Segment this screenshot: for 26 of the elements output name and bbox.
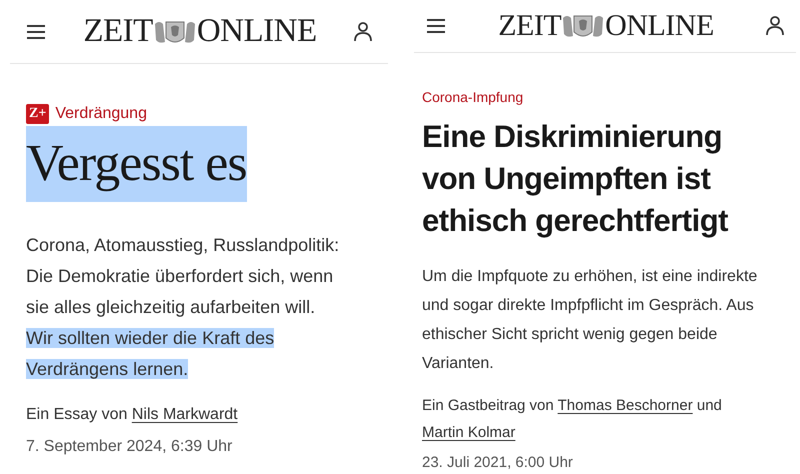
byline-text: Ein Essay von Nils Markwardt	[26, 405, 239, 425]
headline: Vergesst es	[26, 126, 247, 202]
premium-badge: Z+	[26, 104, 50, 124]
byline-text: Ein Gastbeitrag von Thomas Beschorner und Martin Kolmar	[422, 396, 723, 442]
teaser-text: Die Demokratie überfordert sich, wenn	[26, 266, 334, 286]
kicker-text: Corona-Impfung	[422, 88, 524, 107]
teaser-text: Verdrängens lernen.	[26, 359, 188, 379]
teaser-text: sie alles gleichzeitig aufarbeiten will.	[26, 297, 316, 317]
logo-text: ZEIT	[83, 15, 153, 48]
logo-text: ONLINE	[196, 15, 317, 48]
logo-text: ONLINE	[605, 10, 714, 41]
author-link[interactable]: Thomas Beschorner	[558, 396, 693, 414]
date-text: 7. September 2024, 6:39 Uhr	[26, 437, 234, 457]
teaser-text: Wir sollten wieder die Kraft des	[26, 328, 274, 348]
menu-icon[interactable]	[26, 24, 46, 40]
author-link[interactable]: Martin Kolmar	[422, 424, 516, 440]
date-text: 23. Juli 2021, 6:00 Uhr	[422, 452, 574, 472]
teaser-text: Corona, Atomausstieg, Russlandpolitik:	[26, 235, 340, 255]
user-icon[interactable]	[766, 16, 784, 36]
author-link[interactable]: Nils Markwardt	[132, 406, 238, 423]
kicker-text: Verdrängung	[55, 104, 147, 124]
menu-icon[interactable]	[426, 18, 446, 34]
teaser-text: Um die Impfquote zu erhöhen, ist eine indirekte und sogar direkte Impfpflicht im Gespräch. Aus ethischer Sicht spricht wenig gegen beide Varianten.	[422, 268, 758, 372]
user-icon[interactable]	[354, 22, 372, 42]
headline: Eine Diskriminierung von Ungeimpften ist ethisch gerechtfertigt	[422, 118, 729, 240]
logo-text: ZEIT	[498, 10, 562, 41]
